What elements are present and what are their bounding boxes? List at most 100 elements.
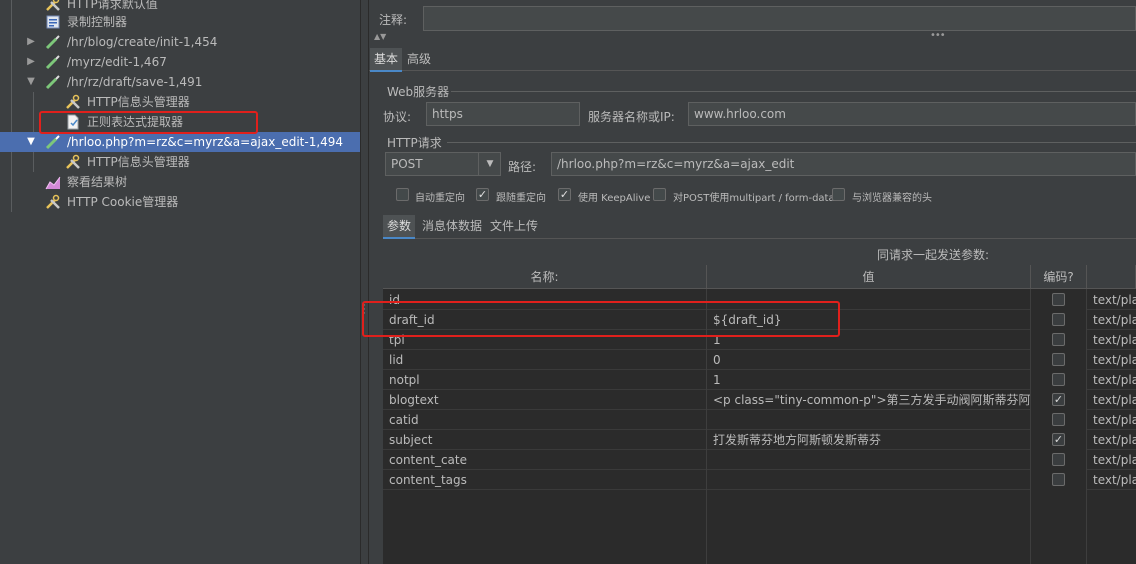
follow-redirect-checkbox[interactable]: ✓ (476, 188, 489, 201)
content-type[interactable]: text/plain (1087, 410, 1136, 430)
tree-item-recording-controller[interactable]: 录制控制器 (0, 12, 360, 32)
encode-checkbox[interactable] (1052, 453, 1065, 466)
chevron-right-icon[interactable]: ▶ (26, 52, 36, 72)
encode-checkbox[interactable]: ✓ (1052, 433, 1065, 446)
chevron-down-icon[interactable]: ▼ (478, 153, 501, 175)
tree-item-sampler-ajax-edit[interactable]: ▼ /hrloo.php?m=rz&c=myrz&a=ajax_edit-1,4… (0, 132, 360, 152)
column-header-content-type[interactable] (1087, 265, 1136, 289)
table-row[interactable]: tpl 1 text/plain (383, 330, 1136, 350)
content-type[interactable]: text/plain (1087, 430, 1136, 450)
param-name[interactable]: lid (383, 350, 706, 370)
content-type[interactable]: text/plain (1087, 450, 1136, 470)
table-row[interactable]: draft_id ${draft_id} text/plain (383, 310, 1136, 330)
document-icon (65, 114, 81, 130)
table-row[interactable]: id text/plain (383, 290, 1136, 310)
content-type[interactable]: text/plain (1087, 330, 1136, 350)
collapse-bar[interactable]: ▲▼ ••• (369, 30, 1136, 44)
method-select[interactable]: POST ▼ (385, 152, 501, 176)
chevron-down-icon[interactable]: ▼ (26, 72, 36, 92)
tree-item-sampler-create-init[interactable]: ▶ /hr/blog/create/init-1,454 (0, 32, 360, 52)
param-value[interactable]: 1 (707, 370, 1030, 390)
column-header-value[interactable]: 值 (707, 265, 1031, 289)
tab-advanced[interactable]: 高级 (403, 48, 435, 70)
more-dots-icon[interactable]: ••• (930, 30, 946, 41)
param-name[interactable]: tpl (383, 330, 706, 350)
multipart-checkbox[interactable] (653, 188, 666, 201)
tree-item-label: /hr/rz/draft/save-1,491 (67, 75, 203, 89)
tree-item-header-manager-2[interactable]: HTTP信息头管理器 (0, 152, 360, 172)
content-type[interactable]: text/plain (1087, 350, 1136, 370)
param-name[interactable]: content_cate (383, 450, 706, 470)
browser-headers-checkbox[interactable] (832, 188, 845, 201)
encode-checkbox[interactable] (1052, 333, 1065, 346)
param-name[interactable]: catid (383, 410, 706, 430)
split-pane-divider[interactable]: · · · (360, 0, 369, 564)
param-value[interactable]: 0 (707, 350, 1030, 370)
content-type[interactable]: text/plain (1087, 390, 1136, 410)
keepalive-checkbox[interactable]: ✓ (558, 188, 571, 201)
encode-checkbox[interactable]: ✓ (1052, 393, 1065, 406)
collapse-arrows-icon[interactable]: ▲▼ (374, 32, 386, 41)
path-input[interactable]: /hrloo.php?m=rz&c=myrz&a=ajax_edit (551, 152, 1136, 176)
chevron-down-icon[interactable]: ▼ (26, 132, 36, 152)
auto-redirect-checkbox[interactable] (396, 188, 409, 201)
tree-item-header-manager[interactable]: HTTP信息头管理器 (0, 92, 360, 112)
param-value[interactable]: ${draft_id} (707, 310, 1030, 330)
tree-item-sampler-myrz-edit[interactable]: ▶ /myrz/edit-1,467 (0, 52, 360, 72)
encode-checkbox[interactable] (1052, 373, 1065, 386)
param-name[interactable]: content_tags (383, 470, 706, 490)
tree-item-sampler-draft-save[interactable]: ▼ /hr/rz/draft/save-1,491 (0, 72, 360, 92)
param-value[interactable]: 1 (707, 330, 1030, 350)
tab-parameters[interactable]: 参数 (383, 215, 416, 239)
protocol-input[interactable]: https (426, 102, 580, 126)
table-row[interactable]: catid text/plain (383, 410, 1136, 430)
table-row[interactable]: content_cate text/plain (383, 450, 1136, 470)
tree-item-view-results-tree[interactable]: 察看结果树 (0, 172, 360, 192)
tree-item-cookie-manager[interactable]: HTTP Cookie管理器 (0, 192, 360, 212)
tab-body-data[interactable]: 消息体数据 (418, 215, 486, 237)
param-value[interactable]: 打发斯蒂芬地方阿斯顿发斯蒂芬 (707, 430, 1030, 450)
table-row[interactable]: lid 0 text/plain (383, 350, 1136, 370)
tab-files-upload[interactable]: 文件上传 (486, 215, 542, 237)
content-type[interactable]: text/plain (1087, 290, 1136, 310)
param-name[interactable]: id (383, 290, 706, 310)
pipette-icon (45, 74, 61, 90)
encode-checkbox[interactable] (1052, 413, 1065, 426)
table-row[interactable]: blogtext <p class="tiny-common-p">第三方发手动… (383, 390, 1136, 410)
encode-checkbox[interactable] (1052, 313, 1065, 326)
content-type[interactable]: text/plain (1087, 310, 1136, 330)
param-name[interactable]: notpl (383, 370, 706, 390)
param-value[interactable] (707, 470, 1030, 490)
test-plan-tree[interactable]: HTTP请求默认值 录制控制器 ▶ /hr/blog/create/init-1… (0, 0, 360, 564)
tree-item-label: HTTP Cookie管理器 (67, 195, 179, 209)
content-type[interactable]: text/plain (1087, 470, 1136, 490)
parameters-table[interactable]: 名称: 值 编码? id text/plain draft_id ${draft… (383, 265, 1136, 564)
tree-item-regex-extractor[interactable]: 正则表达式提取器 (0, 112, 360, 132)
param-name[interactable]: draft_id (383, 310, 706, 330)
column-header-name[interactable]: 名称: (383, 265, 707, 289)
chevron-right-icon[interactable]: ▶ (26, 32, 36, 52)
encode-checkbox[interactable] (1052, 353, 1065, 366)
param-value[interactable]: <p class="tiny-common-p">第三方发手动阀阿斯蒂芬阿... (707, 390, 1030, 410)
tools-icon (65, 154, 81, 170)
param-value[interactable] (707, 290, 1030, 310)
param-value[interactable] (707, 450, 1030, 470)
protocol-label: 协议: (383, 110, 412, 124)
tree-item-label: /hr/blog/create/init-1,454 (67, 35, 218, 49)
table-row[interactable]: notpl 1 text/plain (383, 370, 1136, 390)
table-row[interactable]: content_tags text/plain (383, 470, 1136, 490)
table-row[interactable]: subject 打发斯蒂芬地方阿斯顿发斯蒂芬 ✓ text/plain (383, 430, 1136, 450)
param-value[interactable] (707, 410, 1030, 430)
param-name[interactable]: subject (383, 430, 706, 450)
tools-icon (45, 0, 61, 12)
comment-input[interactable] (423, 6, 1136, 31)
content-type[interactable]: text/plain (1087, 370, 1136, 390)
encode-checkbox[interactable] (1052, 473, 1065, 486)
column-header-encode[interactable]: 编码? (1031, 265, 1087, 289)
param-name[interactable]: blogtext (383, 390, 706, 410)
server-name-input[interactable]: www.hrloo.com (688, 102, 1136, 126)
pipette-icon (45, 34, 61, 50)
tab-basic[interactable]: 基本 (370, 48, 403, 72)
option-label: 跟随重定向 (496, 193, 546, 204)
encode-checkbox[interactable] (1052, 293, 1065, 306)
